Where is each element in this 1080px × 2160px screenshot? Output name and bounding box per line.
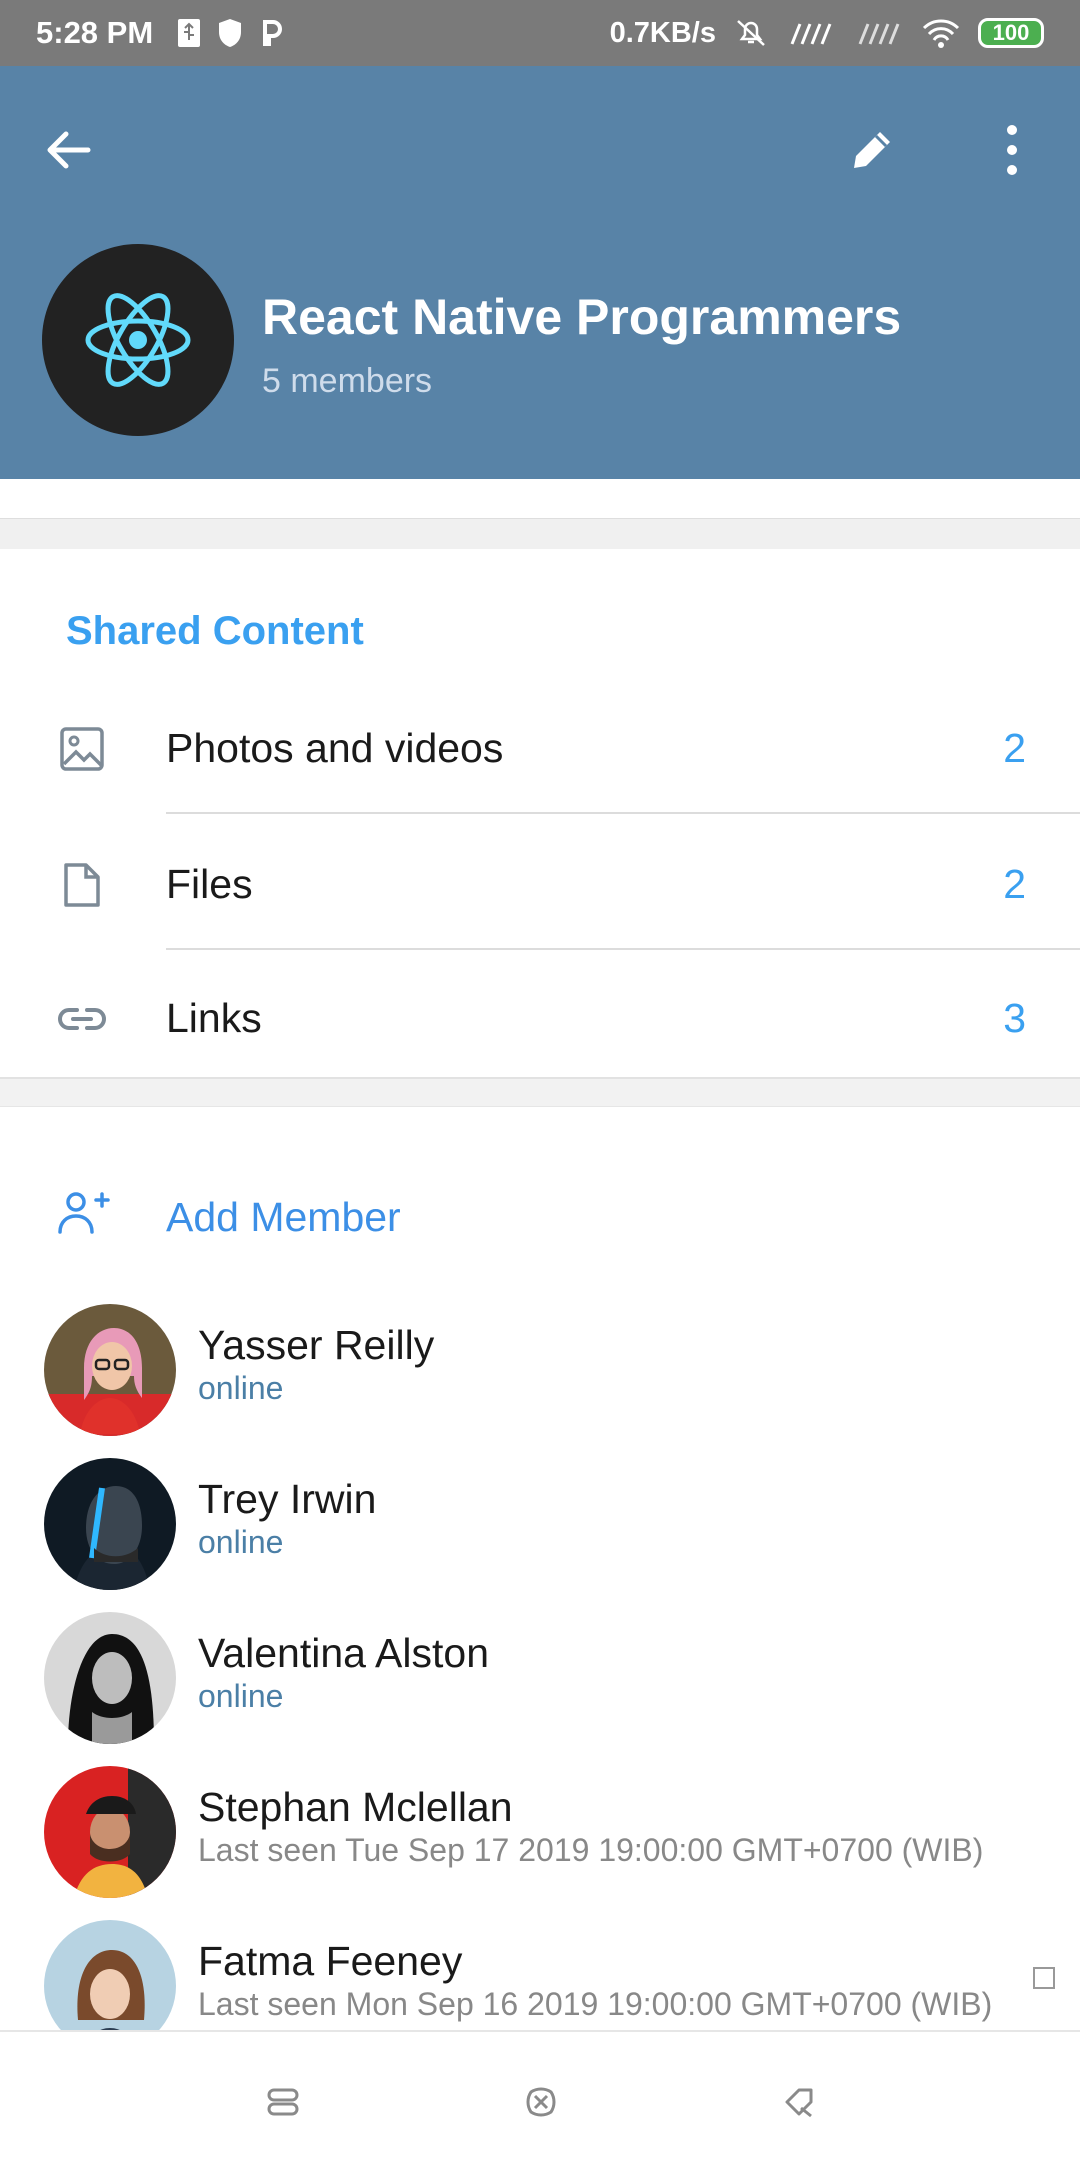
back-button[interactable] <box>36 118 100 182</box>
shared-row-count: 2 <box>1003 861 1026 907</box>
shield-icon <box>219 19 242 47</box>
profile-header: React Native Programmers 5 members <box>0 66 1080 479</box>
shared-row-files[interactable]: Files 2 <box>0 815 1080 950</box>
checkbox-icon[interactable] <box>1033 1967 1055 1989</box>
shared-content-title: Shared Content <box>66 609 364 653</box>
divider <box>166 812 1080 814</box>
home-icon <box>526 2087 556 2117</box>
member-name: Yasser Reilly <box>198 1322 435 1368</box>
status-bar: 5:28 PM 0.7KB/s 100 <box>0 0 1080 66</box>
member-row[interactable]: Valentina Alston online <box>0 1594 1080 1748</box>
shared-row-label: Links <box>166 995 262 1041</box>
section-divider <box>0 479 1080 549</box>
mute-icon <box>737 20 765 46</box>
member-status: online <box>198 1370 284 1406</box>
status-right-icons: 0.7KB/s 100 <box>610 17 1044 50</box>
member-count: 5 members <box>262 362 433 400</box>
add-member-label: Add Member <box>166 1194 401 1240</box>
member-name: Valentina Alston <box>198 1630 490 1676</box>
p-icon <box>263 20 283 46</box>
shared-row-label: Photos and videos <box>166 725 504 771</box>
battery-icon: 100 <box>978 18 1044 48</box>
member-status: online <box>198 1678 284 1714</box>
recents-button[interactable] <box>258 2077 308 2127</box>
shared-row-count: 3 <box>1003 995 1026 1041</box>
avatar <box>44 1458 176 1590</box>
battery-level: 100 <box>992 20 1030 45</box>
signal-icon <box>858 23 900 45</box>
member-status: online <box>198 1524 284 1560</box>
shared-row-label: Files <box>166 861 253 907</box>
photo-icon <box>54 721 110 777</box>
back-nav-button[interactable] <box>774 2077 824 2127</box>
avatar <box>44 1612 176 1744</box>
avatar <box>44 1766 176 1898</box>
member-name: Fatma Feeney <box>198 1938 463 1984</box>
member-status: Last seen Mon Sep 16 2019 19:00:00 GMT+0… <box>198 1986 993 2022</box>
react-logo-icon <box>85 293 191 387</box>
file-icon <box>54 857 110 913</box>
link-icon <box>54 991 110 1047</box>
shared-content-section: Shared Content Photos and videos 2 Files… <box>0 549 1080 1084</box>
add-user-icon <box>56 1186 112 1242</box>
network-speed: 0.7KB/s <box>609 16 716 49</box>
recents-icon <box>267 2088 299 2116</box>
member-name: Stephan Mclellan <box>198 1784 513 1830</box>
group-title: React Native Programmers <box>262 289 902 345</box>
shared-row-links[interactable]: Links 3 <box>0 949 1080 1084</box>
shared-row-count: 2 <box>1003 725 1026 771</box>
status-time: 5:28 PM <box>36 15 154 50</box>
signal-icon <box>790 23 832 45</box>
member-row[interactable]: Stephan Mclellan Last seen Tue Sep 17 20… <box>0 1748 1080 1902</box>
member-status: Last seen Tue Sep 17 2019 19:00:00 GMT+0… <box>198 1832 984 1868</box>
group-avatar[interactable] <box>42 244 234 436</box>
more-options-button[interactable] <box>980 118 1044 182</box>
section-divider <box>0 1079 1080 1107</box>
pencil-icon <box>854 132 890 168</box>
add-member-button[interactable]: Add Member <box>0 1158 1080 1274</box>
avatar <box>44 1304 176 1436</box>
more-vertical-icon <box>1007 125 1017 175</box>
back-nav-icon <box>785 2088 813 2118</box>
member-row[interactable]: Trey Irwin online <box>0 1440 1080 1594</box>
member-row[interactable]: Yasser Reilly online <box>0 1286 1080 1440</box>
wifi-icon <box>922 19 960 48</box>
status-left-icons <box>177 18 283 48</box>
back-arrow-icon <box>47 131 91 169</box>
shared-row-photos[interactable]: Photos and videos 2 <box>0 679 1080 814</box>
home-button[interactable] <box>516 2077 566 2127</box>
usb-icon <box>178 19 201 47</box>
system-navigation-bar <box>0 2030 1080 2160</box>
edit-button[interactable] <box>840 118 904 182</box>
member-name: Trey Irwin <box>198 1476 377 1522</box>
